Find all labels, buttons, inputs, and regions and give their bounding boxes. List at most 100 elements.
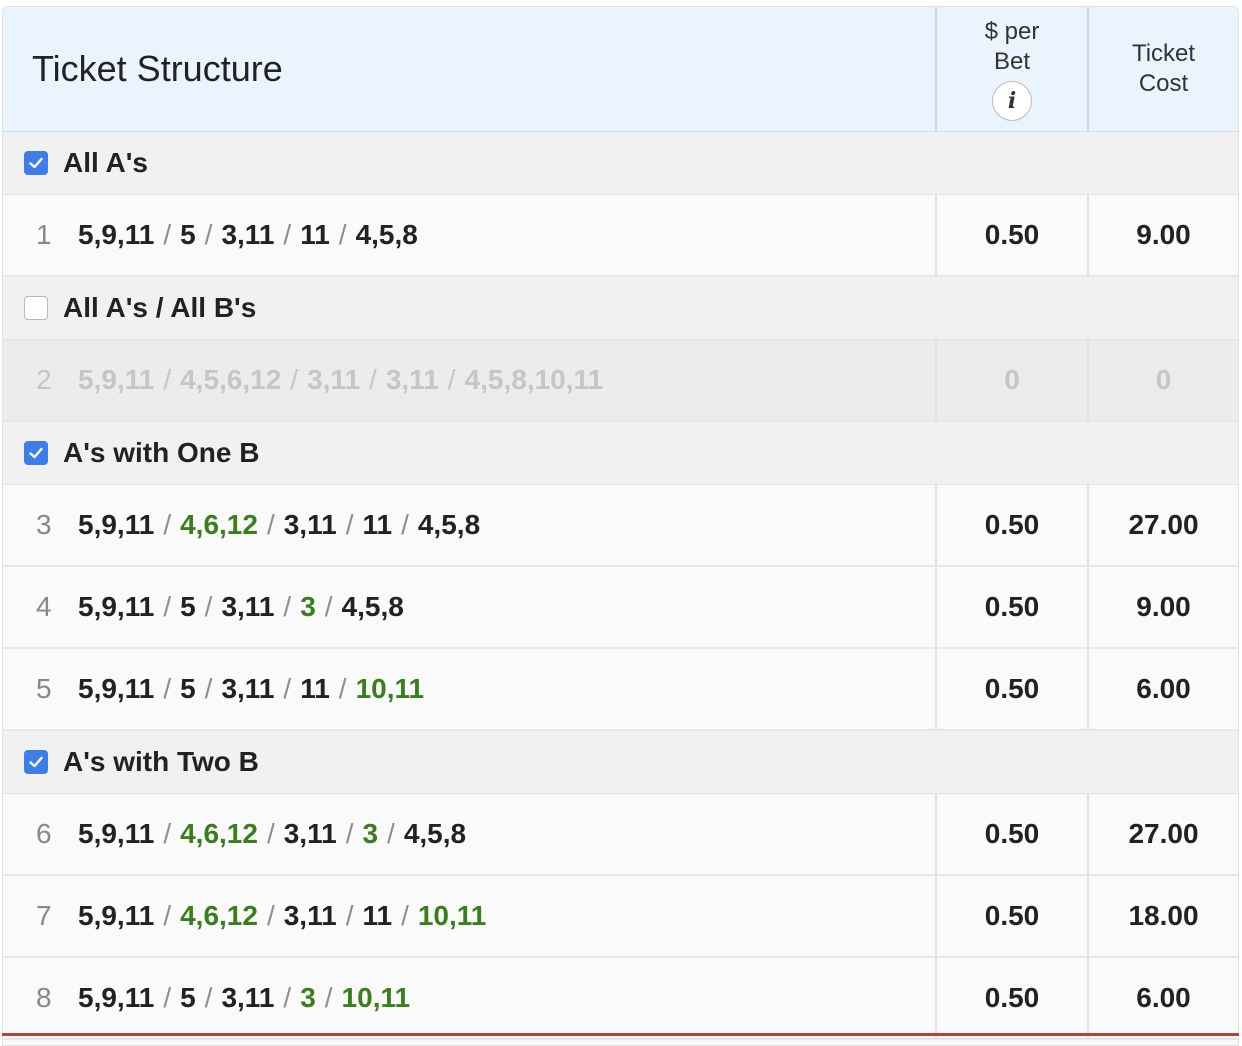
leg-selection: 5,9,11	[78, 509, 155, 540]
ticket-row[interactable]: 4 5,9,11 / 5 / 3,11 / 3 / 4,5,8 0.50 9.00	[3, 567, 1238, 649]
leg-separator: /	[163, 673, 172, 704]
ticket-structure-cell: 5 5,9,11 / 5 / 3,11 / 11 / 10,11	[3, 649, 935, 729]
group-label: A's with Two B	[63, 746, 259, 777]
leg-selection: 5	[180, 982, 196, 1013]
ticket-structure-cell: 2 5,9,11 / 4,5,6,12 / 3,11 / 3,11 / 4,5,8,10,11	[3, 340, 935, 420]
leg-separator: /	[163, 364, 172, 395]
leg-selection: 5,9,11	[78, 818, 155, 849]
leg-selection: 4,5,6,12	[180, 364, 282, 395]
group-label: A's with One B	[63, 437, 260, 468]
leg-separator: /	[338, 673, 347, 704]
row-number: 6	[36, 818, 52, 849]
leg-selection: 3,11	[283, 900, 337, 931]
leg-selection: 3,11	[221, 673, 275, 704]
leg-separator: /	[204, 982, 213, 1013]
group-header: All A's	[3, 132, 1238, 195]
table-title: Ticket Structure	[32, 48, 283, 89]
leg-separator: /	[204, 591, 213, 622]
per-bet-value: 0.50	[935, 876, 1087, 956]
leg-selection: 5	[180, 591, 196, 622]
leg-selection: 5	[180, 219, 196, 250]
leg-selection: 3,11	[283, 509, 337, 540]
leg-separator: /	[163, 509, 172, 540]
group-label: All A's / All B's	[63, 292, 257, 323]
leg-separator: /	[338, 219, 347, 250]
group-header: A's with One B	[3, 422, 1238, 485]
leg-selection: 4,5,8	[403, 818, 467, 849]
group-header: A's with Two B	[3, 731, 1238, 794]
ticket-structure-cell: 3 5,9,11 / 4,6,12 / 3,11 / 11 / 4,5,8	[3, 485, 935, 565]
leg-separator: /	[283, 591, 292, 622]
ticket-row[interactable]: 8 5,9,11 / 5 / 3,11 / 3 / 10,11 0.50 6.00	[3, 958, 1238, 1040]
leg-separator: /	[283, 219, 292, 250]
per-bet-value: 0.50	[935, 485, 1087, 565]
table-body: All A's 1 5,9,11/5/3,11/11/4,5,8 0.50 9.00 Al…	[3, 132, 1238, 1040]
ticket-structure-cell: 6 5,9,11 / 4,6,12 / 3,11 / 3 / 4,5,8	[3, 794, 935, 874]
ticket-cost-value: 0	[1087, 340, 1238, 420]
leg-selection: 4,5,8,10,11	[464, 364, 604, 395]
group-checkbox[interactable]	[24, 296, 48, 320]
leg-separator: /	[283, 673, 292, 704]
leg-selection: 4,5,8	[355, 219, 418, 250]
leg-separator: /	[387, 818, 395, 849]
per-bet-value: 0.50	[935, 649, 1087, 729]
leg-separator: /	[266, 509, 275, 540]
row-number: 7	[36, 900, 52, 931]
group-checkbox[interactable]	[24, 441, 48, 465]
ticket-row[interactable]: 2 5,9,11 / 4,5,6,12 / 3,11 / 3,11 / 4,5,8,10,11 0 0	[3, 340, 1238, 422]
leg-selection: 11	[300, 673, 330, 704]
ticket-cost-value: 27.00	[1087, 485, 1238, 565]
leg-selection: 5	[180, 673, 196, 704]
leg-separator: /	[204, 219, 213, 250]
leg-selection: 11	[362, 900, 393, 931]
leg-selection: 3	[300, 982, 316, 1013]
ticket-structure-table: Ticket Structure $ per Bet i Ticket Cost…	[2, 6, 1239, 1046]
ticket-row[interactable]: 7 5,9,11 / 4,6,12 / 3,11 / 11 / 10,11 0.50 18.00	[3, 876, 1238, 958]
leg-selection: 10,11	[355, 673, 425, 704]
leg-selection: 5,9,11	[78, 364, 155, 395]
per-bet-value: 0.50	[935, 195, 1087, 275]
leg-separator: /	[401, 509, 409, 540]
leg-selection: 3,11	[221, 982, 275, 1013]
leg-selection: 10,11	[417, 900, 487, 931]
row-number: 8	[36, 982, 52, 1013]
leg-separator: /	[345, 900, 354, 931]
ticket-structure-cell: 8 5,9,11 / 5 / 3,11 / 3 / 10,11	[3, 958, 935, 1038]
leg-separator: /	[401, 900, 409, 931]
group-checkbox[interactable]	[24, 151, 48, 175]
leg-separator: /	[266, 818, 275, 849]
ticket-cost-column-header: Ticket Cost	[1087, 7, 1238, 131]
leg-selection: 3,11	[221, 591, 275, 622]
leg-separator: /	[345, 509, 354, 540]
leg-separator: /	[290, 364, 299, 395]
leg-selection: 11	[300, 219, 330, 250]
ticket-row[interactable]: 6 5,9,11 / 4,6,12 / 3,11 / 3 / 4,5,8 0.50 27.00	[3, 794, 1238, 876]
leg-selection: 5,9,11	[78, 673, 155, 704]
leg-selection: 4,5,8	[341, 591, 404, 622]
row-number: 2	[36, 364, 52, 395]
group-checkbox[interactable]	[24, 750, 48, 774]
leg-selection: 5,9,11	[78, 219, 155, 250]
leg-selection: 5,9,11	[78, 591, 155, 622]
leg-selection: 3	[300, 591, 316, 622]
cost-label-line-1: Ticket	[1131, 40, 1196, 67]
leg-selection: 3,11	[221, 219, 275, 250]
leg-selection: 11	[362, 509, 393, 540]
leg-separator: /	[163, 982, 172, 1013]
info-icon[interactable]: i	[992, 81, 1032, 121]
ticket-row[interactable]: 1 5,9,11 / 5 / 3,11 / 11 / 4,5,8 0.50 9.00	[3, 195, 1238, 277]
per-bet-label-line-2: Bet	[993, 48, 1031, 75]
ticket-row[interactable]: 3 5,9,11 / 4,6,12 / 3,11 / 11 / 4,5,8 0.50 27.00	[3, 485, 1238, 567]
group-header: All A's / All B's	[3, 277, 1238, 340]
ticket-cost-value: 6.00	[1087, 649, 1238, 729]
per-bet-value: 0.50	[935, 958, 1087, 1038]
table-header: Ticket Structure $ per Bet i Ticket Cost	[3, 7, 1238, 132]
leg-separator: /	[163, 900, 172, 931]
per-bet-label-line-1: $ per	[984, 18, 1040, 45]
ticket-cost-value: 9.00	[1087, 195, 1238, 275]
per-bet-column-header: $ per Bet i	[935, 7, 1087, 131]
leg-selection: 4,6,12	[180, 818, 258, 849]
ticket-row[interactable]: 5 5,9,11 / 5 / 3,11 / 11 / 10,11 0.50 6.00	[3, 649, 1238, 731]
leg-separator: /	[163, 591, 172, 622]
leg-selection: 3,11	[283, 818, 337, 849]
